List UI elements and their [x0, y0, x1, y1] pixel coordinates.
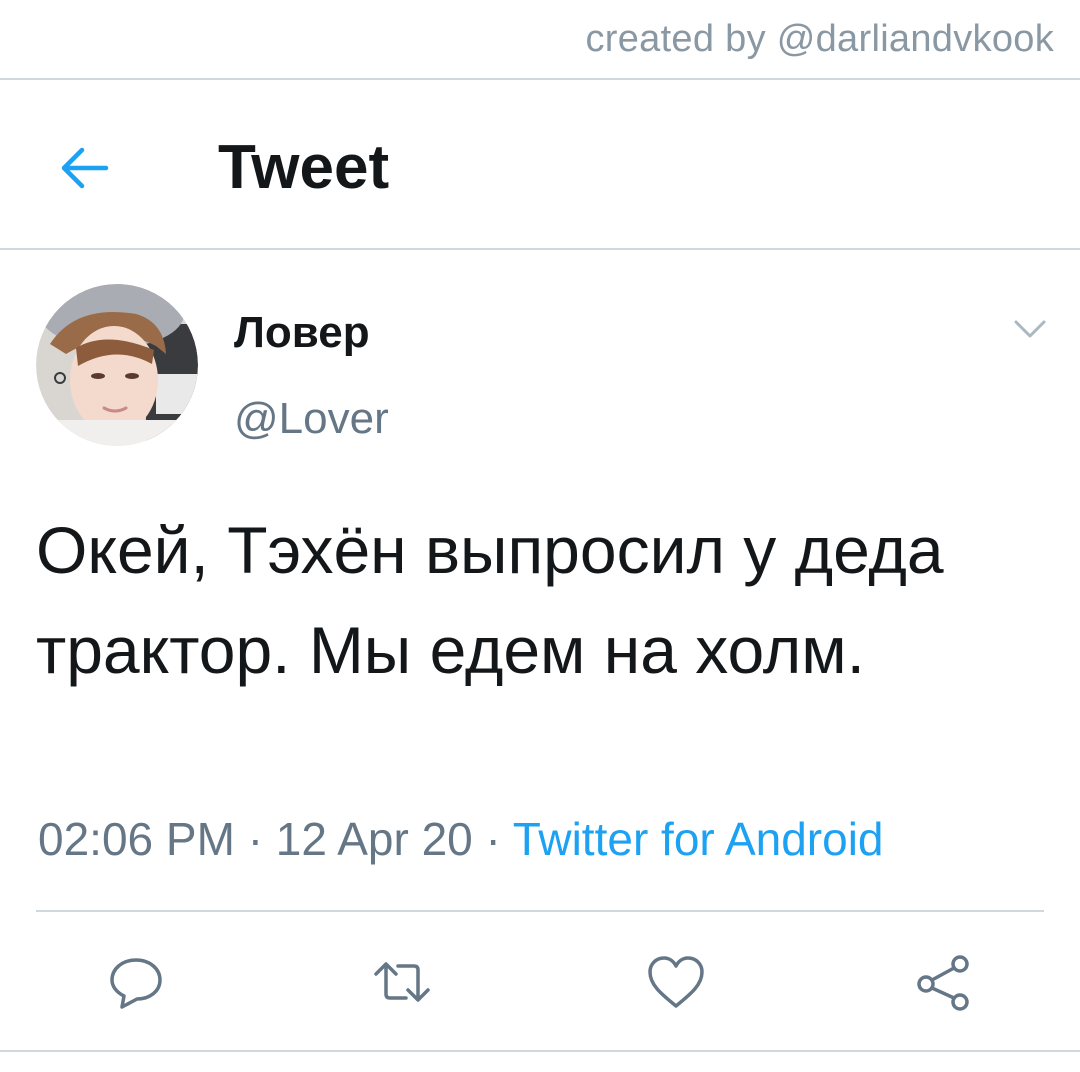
tweet-text: Окей, Тэхён выпросил у деда трактор. Мы …: [36, 513, 944, 687]
author-display-name[interactable]: Ловер: [234, 308, 370, 358]
meta-separator: ·: [247, 813, 264, 865]
chevron-down-icon: [1014, 320, 1046, 338]
like-button[interactable]: [644, 950, 708, 1014]
back-button[interactable]: [54, 138, 114, 198]
retweet-button[interactable]: [370, 950, 434, 1014]
share-button[interactable]: [912, 950, 976, 1014]
tweet-date: 12 Apr 20: [275, 813, 473, 865]
like-icon: [648, 956, 704, 1008]
reply-button[interactable]: [104, 950, 168, 1014]
tweet-meta: 02:06 PM · 12 Apr 20 · Twitter for Andro…: [38, 812, 884, 866]
app-header: Tweet: [0, 82, 1080, 250]
arrow-left-icon: [61, 147, 109, 189]
page-title: Tweet: [218, 133, 390, 202]
action-bar: [0, 912, 1080, 1052]
tweet-source-link[interactable]: Twitter for Android: [513, 813, 884, 865]
avatar[interactable]: [36, 284, 198, 446]
watermark-bar: created by @darliandvkook: [0, 0, 1080, 80]
retweet-icon: [374, 962, 430, 1002]
watermark-text: created by @darliandvkook: [585, 18, 1054, 60]
meta-separator: ·: [485, 813, 501, 865]
tweet-time: 02:06 PM: [38, 813, 235, 865]
author-handle[interactable]: @Lover: [234, 394, 389, 444]
share-icon: [917, 955, 969, 1011]
avatar-image: [36, 284, 198, 446]
tweet-menu-button[interactable]: [1010, 312, 1050, 346]
reply-icon: [110, 958, 162, 1009]
